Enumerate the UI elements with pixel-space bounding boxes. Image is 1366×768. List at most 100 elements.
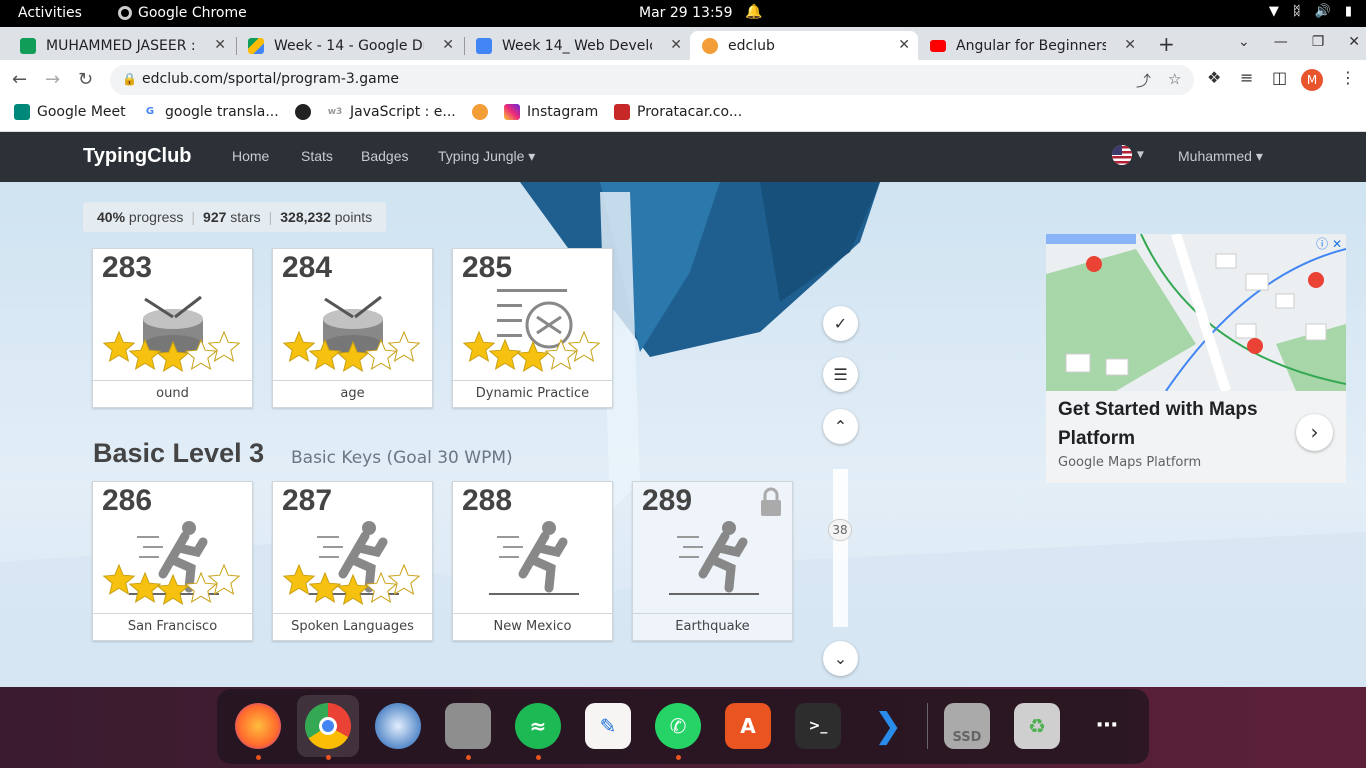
app-center-icon[interactable]: A: [725, 703, 771, 749]
vscode-icon[interactable]: ❯: [865, 703, 911, 749]
star-icon: [488, 338, 522, 370]
ad-info-icon[interactable]: ⓘ ✕: [1316, 235, 1342, 252]
bookmark-star-icon[interactable]: ☆: [1168, 70, 1181, 88]
section-title: Basic Level 3: [93, 438, 265, 468]
show-apps-icon[interactable]: ⋯: [1084, 703, 1130, 749]
site-logo[interactable]: TypingClub: [83, 145, 192, 168]
star-icon: [102, 563, 136, 595]
user-menu[interactable]: Muhammed ▾: [1178, 148, 1263, 165]
lesson-card-284[interactable]: 284 age: [272, 248, 433, 408]
stars-stat: 927 stars: [203, 209, 261, 225]
bookmark-globe[interactable]: [295, 104, 311, 120]
lesson-caption: Dynamic Practice: [453, 380, 612, 407]
profile-avatar[interactable]: M: [1301, 69, 1323, 91]
program-map: 40% progress | 927 stars | 328,232 point…: [0, 182, 1366, 687]
tab-web-development[interactable]: Week 14_ Web Developr ✕: [464, 31, 690, 60]
close-icon[interactable]: ✕: [214, 37, 226, 53]
lesson-card-288[interactable]: 288 New Mexico: [452, 481, 613, 641]
lock-icon[interactable]: 🔒: [122, 72, 137, 86]
chrome-menu-icon[interactable]: ⋮: [1340, 68, 1356, 87]
forward-icon[interactable]: →: [45, 69, 60, 90]
edclub-icon: [702, 37, 718, 54]
us-flag-icon: [1112, 145, 1132, 165]
drive-icon: [248, 37, 264, 54]
google-icon: G: [145, 106, 155, 117]
bookmark-javascript[interactable]: w3 JavaScript : e...: [327, 104, 456, 120]
new-tab-button[interactable]: +: [1158, 32, 1175, 56]
bookmark-label: Google Meet: [37, 104, 126, 120]
maps-ad[interactable]: ⓘ ✕ Get Started with Maps Platform Googl…: [1046, 234, 1346, 483]
nav-badges[interactable]: Badges: [361, 148, 408, 164]
text-editor-icon[interactable]: ✎: [585, 703, 631, 749]
back-icon[interactable]: ←: [12, 69, 27, 90]
omnibox[interactable]: 🔒 edclub.com/sportal/program-3.game ⤴ ☆: [110, 65, 1194, 95]
menu-button[interactable]: ☰: [823, 357, 858, 392]
activities-button[interactable]: Activities: [18, 5, 82, 21]
user-name: Muhammed: [1178, 148, 1252, 164]
whatsapp-icon[interactable]: ✆: [655, 703, 701, 749]
terminal-icon[interactable]: >_: [795, 703, 841, 749]
bookmark-edclub[interactable]: [472, 104, 488, 120]
lesson-number: 287: [282, 484, 333, 517]
reload-icon[interactable]: ↻: [78, 69, 93, 90]
thunderbird-icon[interactable]: [375, 703, 421, 749]
nav-stats[interactable]: Stats: [301, 148, 333, 164]
tab-angular[interactable]: Angular for Beginners C ✕: [918, 31, 1144, 60]
extensions-icon[interactable]: ❖: [1207, 68, 1221, 87]
tab-search-icon[interactable]: ⌄: [1238, 34, 1250, 50]
side-panel-icon[interactable]: ◫: [1272, 68, 1287, 87]
close-icon[interactable]: ✕: [898, 37, 910, 53]
nav-label: Typing Jungle: [438, 148, 525, 164]
close-icon[interactable]: ✕: [670, 37, 682, 53]
app-menu[interactable]: Google Chrome: [118, 5, 247, 21]
bookmark-instagram[interactable]: Instagram: [504, 104, 598, 120]
lesson-card-286[interactable]: 286 San Francisco: [92, 481, 253, 641]
check-circle-button[interactable]: ✓: [823, 306, 858, 341]
close-icon[interactable]: ✕: [1124, 37, 1136, 53]
share-icon[interactable]: ⤴: [1136, 70, 1151, 91]
minimize-icon[interactable]: —: [1274, 34, 1288, 50]
nav-home[interactable]: Home: [232, 148, 269, 164]
media-icon[interactable]: ≡: [1240, 68, 1253, 87]
level-slider[interactable]: [833, 469, 848, 627]
close-window-icon[interactable]: ✕: [1348, 34, 1360, 50]
url-text[interactable]: edclub.com/sportal/program-3.game: [142, 71, 399, 87]
clock[interactable]: Mar 29 13:59: [639, 5, 732, 21]
lesson-card-283[interactable]: 283 ound: [92, 248, 253, 408]
tab-edclub[interactable]: edclub ✕: [690, 31, 918, 60]
trash-icon[interactable]: ♻: [1014, 703, 1060, 749]
star-icon: [207, 330, 241, 362]
tab-muhammed-jaseer[interactable]: MUHAMMED JASEER : B ✕: [8, 31, 234, 60]
lesson-number: 288: [462, 484, 513, 517]
ssd-drive-icon[interactable]: SSD: [944, 703, 990, 749]
edclub-icon: [472, 104, 488, 120]
system-tray[interactable]: ▼ ᛥ 🔊 ▮: [1269, 4, 1352, 19]
scroll-down-button[interactable]: ⌄: [823, 641, 858, 676]
lesson-card-287[interactable]: 287 Spoken Languages: [272, 481, 433, 641]
star-icon: [336, 573, 370, 605]
bookmark-google-translate[interactable]: Ggoogle transla...: [142, 104, 279, 120]
close-icon[interactable]: ✕: [442, 37, 454, 53]
docs-icon: [476, 37, 492, 54]
firefox-icon[interactable]: [235, 703, 281, 749]
chrome-icon[interactable]: [305, 703, 351, 749]
ad-map-image: [1046, 234, 1346, 391]
language-selector[interactable]: ▾: [1111, 144, 1144, 166]
star-icon: [567, 330, 601, 362]
ad-title[interactable]: Get Started with Maps Platform: [1058, 395, 1298, 453]
bookmark-google-meet[interactable]: Google Meet: [14, 104, 126, 120]
lesson-card-285[interactable]: 285 Dynamic Practice: [452, 248, 613, 408]
files-icon[interactable]: [445, 703, 491, 749]
maximize-icon[interactable]: ❐: [1312, 34, 1325, 50]
spotify-icon[interactable]: ≈: [515, 703, 561, 749]
scroll-up-button[interactable]: ⌃: [823, 409, 858, 444]
tab-title: Angular for Beginners C: [956, 37, 1106, 54]
lesson-card-289[interactable]: 289 Earthquake: [632, 481, 793, 641]
star-icon: [282, 563, 316, 595]
tab-google-drive[interactable]: Week - 14 - Google Drive ✕: [236, 31, 462, 60]
youtube-icon: [930, 39, 946, 52]
slider-value[interactable]: 38: [828, 519, 852, 541]
ad-next-button[interactable]: ›: [1296, 414, 1333, 451]
bookmark-proratacar[interactable]: Proratacar.co...: [614, 104, 742, 120]
nav-typing-jungle[interactable]: Typing Jungle ▾: [438, 148, 535, 165]
